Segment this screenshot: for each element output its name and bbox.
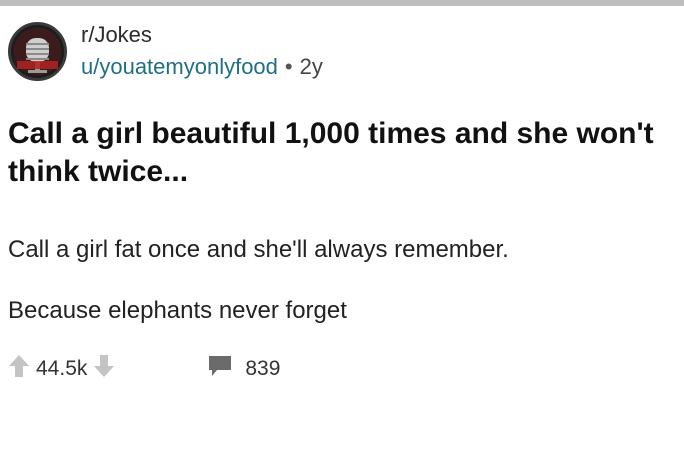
downvote-arrow-icon[interactable] <box>93 354 115 384</box>
comments-button[interactable]: 839 <box>207 354 280 384</box>
author-line: u/youatemyonlyfood • 2y <box>81 54 323 80</box>
vote-score: 44.5k <box>36 357 88 380</box>
post-card: r/Jokes u/youatemyonlyfood • 2y Call a g… <box>0 6 684 457</box>
post-age: 2y <box>299 54 323 79</box>
comment-count: 839 <box>245 357 281 380</box>
post-body-line: Because elephants never forget <box>8 297 347 324</box>
username-link[interactable]: u/youatemyonlyfood <box>81 54 278 80</box>
subreddit-link[interactable]: r/Jokes <box>81 22 323 48</box>
post-body-line: Call a girl fat once and she'll always r… <box>8 236 509 263</box>
post-actions: 44.5k 839 <box>8 354 280 384</box>
meta-separator: • <box>284 54 293 79</box>
subreddit-avatar-icon[interactable] <box>8 22 67 81</box>
upvote-arrow-icon[interactable] <box>8 354 30 384</box>
post-title[interactable]: Call a girl beautiful 1,000 times and sh… <box>8 115 684 191</box>
post-meta: r/Jokes u/youatemyonlyfood • 2y <box>81 22 323 80</box>
microphone-icon <box>11 25 64 78</box>
post-header: r/Jokes u/youatemyonlyfood • 2y <box>8 22 323 92</box>
comment-bubble-icon <box>207 354 233 384</box>
